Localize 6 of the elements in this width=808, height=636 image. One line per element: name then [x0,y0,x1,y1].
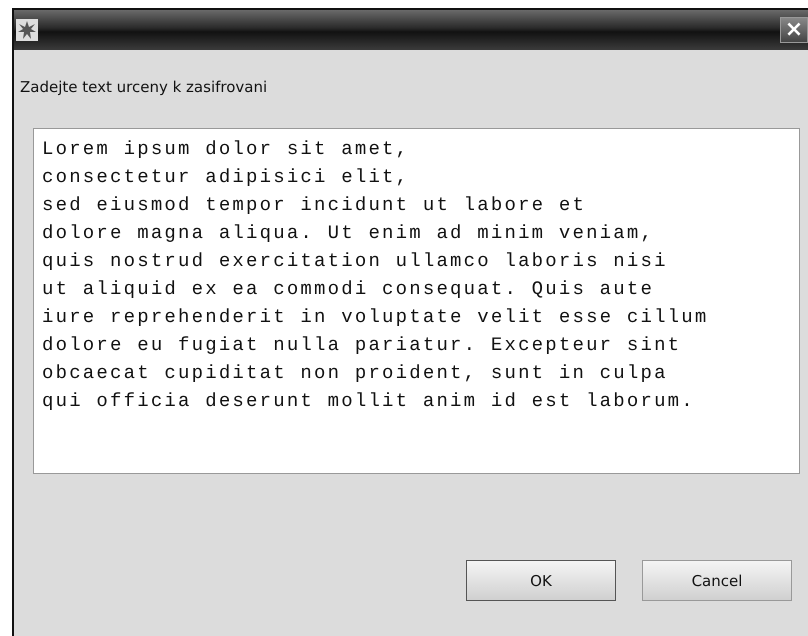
prompt-label: Zadejte text urceny k zasifrovani [20,78,268,96]
cancel-button[interactable]: Cancel [642,560,792,601]
text-area[interactable]: Lorem ipsum dolor sit amet, consectetur adipisici elit, sed eiusmod tempor incidunt ut labore et dolore magna aliqua. Ut enim ad minim veniam, quis nostrud exercitation ullamco laboris nisi ut aliquid ex ea commodi consequat. Quis aute iure reprehenderit in voluptate velit esse cillum dolore eu fugiat nulla pariatur. Excepteur sint obcaecat cupiditat non proident, sunt in culpa qui officia deserunt mollit anim id est laborum. [33,128,800,474]
ok-button[interactable]: OK [466,560,616,601]
star-icon [16,19,38,41]
close-button[interactable]: × [780,17,808,43]
